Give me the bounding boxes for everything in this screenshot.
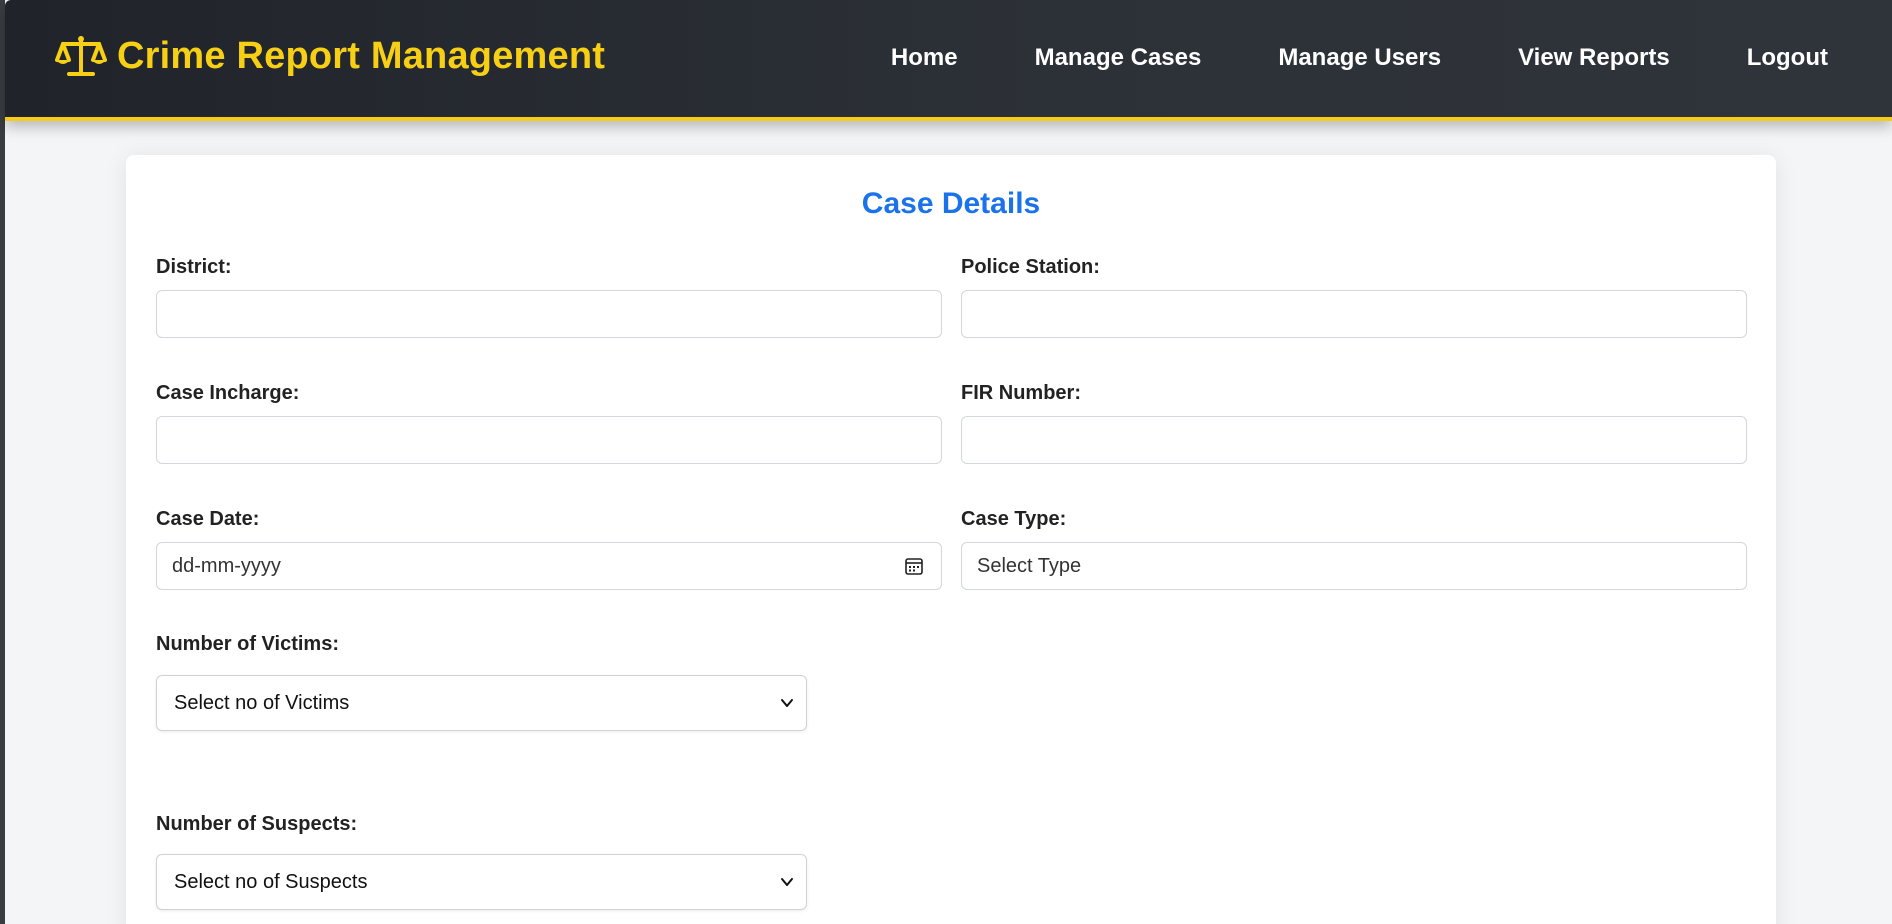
window-edge [0,0,5,924]
case-date-label: Case Date: [156,508,260,530]
case-date-placeholder: dd-mm-yyyy [172,554,281,577]
fir-number-input[interactable] [961,416,1747,464]
case-date-input[interactable]: dd-mm-yyyy [156,542,942,590]
calendar-icon[interactable] [904,556,924,576]
police-station-label: Police Station: [961,256,1100,278]
victims-label: Number of Victims: [156,633,339,655]
case-type-placeholder: Select Type [977,554,1082,577]
district-label: District: [156,256,232,278]
nav-manage-cases[interactable]: Manage Cases [1035,44,1202,72]
suspects-selected-value: Select no of Suspects [174,870,368,893]
fir-number-label: FIR Number: [961,382,1081,404]
case-incharge-input[interactable] [156,416,942,464]
district-input[interactable] [156,290,942,338]
chevron-down-icon [781,699,793,707]
case-details-card: Case Details District: Police Station: C… [126,155,1776,924]
scales-of-justice-icon [55,36,107,76]
main-nav: Home Manage Cases Manage Users View Repo… [891,44,1828,72]
case-incharge-label: Case Incharge: [156,382,300,404]
suspects-label: Number of Suspects: [156,813,358,835]
nav-view-reports[interactable]: View Reports [1518,44,1670,72]
chevron-down-icon [781,878,793,886]
app-title: Crime Report Management [117,34,606,77]
top-navbar: Crime Report Management Home Manage Case… [5,0,1892,121]
case-type-input[interactable]: Select Type [961,542,1747,590]
victims-select[interactable]: Select no of Victims [156,675,807,731]
nav-home[interactable]: Home [891,44,958,72]
brand[interactable]: Crime Report Management [55,34,605,78]
nav-logout[interactable]: Logout [1747,44,1828,72]
case-type-label: Case Type: [961,508,1067,530]
victims-selected-value: Select no of Victims [174,691,350,714]
police-station-input[interactable] [961,290,1747,338]
nav-manage-users[interactable]: Manage Users [1278,44,1441,72]
page-title: Case Details [861,187,1041,220]
suspects-select[interactable]: Select no of Suspects [156,854,807,910]
